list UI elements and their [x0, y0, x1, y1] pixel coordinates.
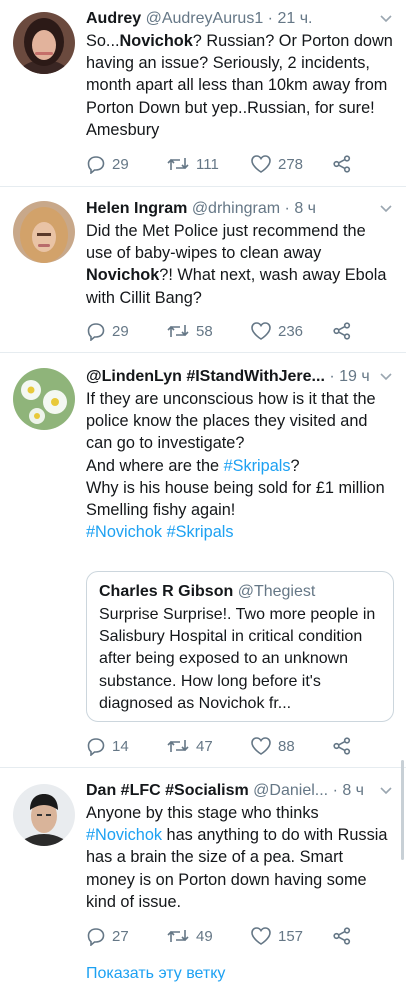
text-segment: If they are unconscious how is it that t… — [86, 390, 376, 453]
chevron-down-icon[interactable] — [378, 10, 394, 26]
author-name[interactable]: Dan #LFC #Socialism — [86, 782, 249, 799]
retweet-icon — [167, 740, 189, 752]
highlighted-keyword: Novichok — [119, 32, 193, 50]
quoted-author-name: Charles R Gibson — [99, 583, 234, 600]
reply-button[interactable]: 29 — [86, 319, 129, 343]
author-handle[interactable]: @drhingram — [192, 200, 280, 217]
text-segment: So... — [86, 32, 120, 50]
heart-icon — [251, 927, 271, 945]
author-handle[interactable]: @AudreyAurus1 — [146, 10, 264, 27]
reply-icon — [87, 928, 105, 946]
chevron-down-icon[interactable] — [378, 200, 394, 216]
reply-button[interactable]: 14 — [86, 734, 129, 758]
hashtag-link[interactable]: #Novichok — [86, 523, 162, 541]
retweet-icon — [167, 930, 189, 942]
quoted-author-handle: @Thegiest — [237, 583, 316, 600]
avatar[interactable] — [13, 784, 75, 846]
retweet-count: 111 — [196, 155, 219, 173]
avatar[interactable] — [13, 368, 75, 430]
like-button[interactable]: 236 — [250, 319, 303, 343]
avatar[interactable] — [13, 201, 75, 263]
quoted-tweet-text: Surprise Surprise!. Two more people in S… — [99, 606, 376, 712]
share-icon — [333, 322, 351, 340]
text-segment: Why is his house being sold for £1 milli… — [86, 478, 385, 497]
like-count: 88 — [278, 737, 295, 755]
tweet-text: If they are unconscious how is it that t… — [86, 388, 394, 543]
like-button[interactable]: 88 — [250, 734, 295, 758]
hashtag-link[interactable]: #Novichok — [86, 826, 162, 844]
text-segment: And where are the — [86, 456, 224, 475]
avatar[interactable] — [13, 12, 75, 74]
reply-count: 29 — [112, 322, 129, 340]
hashtag-link[interactable]: #Skripals — [224, 457, 291, 475]
tweet-header: Audrey @AudreyAurus1 · 21 ч. — [86, 8, 394, 30]
like-count: 278 — [278, 155, 304, 173]
tweet-actions: 27 49 157 — [86, 924, 366, 948]
quoted-tweet-header: Charles R Gibson @Thegiest — [99, 582, 381, 602]
heart-icon — [251, 322, 271, 340]
reply-button[interactable]: 27 — [86, 924, 129, 948]
quoted-tweet[interactable]: Charles R Gibson @Thegiest Surprise Surp… — [86, 571, 394, 722]
heart-icon — [251, 737, 271, 755]
author-name[interactable]: Audrey — [86, 10, 141, 27]
like-count: 157 — [278, 927, 304, 945]
like-button[interactable]: 157 — [250, 924, 303, 948]
retweet-icon — [167, 158, 189, 170]
share-button[interactable] — [332, 924, 358, 948]
chevron-down-icon[interactable] — [378, 782, 394, 798]
reply-icon — [87, 738, 105, 756]
show-thread-link[interactable]: Показать эту ветку — [86, 965, 225, 983]
hashtag-link[interactable]: #Skripals — [167, 523, 234, 541]
timestamp[interactable]: · 19 ч — [329, 368, 369, 385]
reply-count: 27 — [112, 927, 129, 945]
timestamp[interactable]: · 21 ч. — [268, 10, 313, 27]
tweet-text: Did the Met Police just recommend the us… — [86, 220, 394, 309]
reply-icon — [87, 323, 105, 341]
tweet-2[interactable]: Helen Ingram @drhingram · 8 ч Did the Me… — [0, 187, 406, 353]
like-count: 236 — [278, 322, 304, 340]
tweet-header: @LindenLyn #IStandWithJere... · 19 ч — [86, 366, 394, 388]
share-button[interactable] — [332, 734, 358, 758]
text-segment: Smelling fishy again! — [86, 501, 236, 520]
share-button[interactable] — [332, 319, 358, 343]
share-button[interactable] — [332, 152, 358, 176]
share-icon — [333, 737, 351, 755]
chevron-down-icon[interactable] — [378, 368, 394, 384]
tweet-1[interactable]: Audrey @AudreyAurus1 · 21 ч. So...Novich… — [0, 0, 406, 187]
timestamp[interactable]: · 8 ч — [333, 782, 364, 799]
tweet-header: Dan #LFC #Socialism @Daniel... · 8 ч — [86, 780, 394, 802]
retweet-count: 47 — [196, 737, 213, 755]
tweet-actions: 29 111 278 — [86, 152, 366, 176]
author-name[interactable]: Helen Ingram — [86, 200, 187, 217]
reply-button[interactable]: 29 — [86, 152, 129, 176]
highlighted-keyword: Novichok — [86, 266, 160, 285]
text-segment: Anyone by this stage who thinks — [86, 804, 319, 822]
tweet-header: Helen Ingram @drhingram · 8 ч — [86, 198, 394, 220]
timestamp[interactable]: · 8 ч — [285, 200, 316, 217]
scrollbar[interactable] — [401, 760, 404, 860]
reply-icon — [87, 156, 105, 174]
retweet-count: 49 — [196, 927, 213, 945]
retweet-button[interactable]: 47 — [166, 734, 213, 758]
reply-count: 14 — [112, 737, 129, 755]
reply-count: 29 — [112, 155, 129, 173]
retweet-icon — [167, 325, 189, 337]
heart-icon — [251, 155, 271, 173]
tweet-text: Anyone by this stage who thinks #Novicho… — [86, 802, 394, 913]
retweet-button[interactable]: 49 — [166, 924, 213, 948]
author-name[interactable]: @LindenLyn #IStandWithJere... — [86, 368, 325, 385]
tweet-actions: 14 47 88 — [86, 734, 366, 758]
tweet-actions: 29 58 236 — [86, 319, 366, 343]
share-icon — [333, 927, 351, 945]
tweet-text: So...Novichok? Russian? Or Porton down h… — [86, 30, 394, 141]
text-segment: ? — [290, 456, 300, 475]
like-button[interactable]: 278 — [250, 152, 303, 176]
tweet-3[interactable]: @LindenLyn #IStandWithJere... · 19 ч If … — [0, 353, 406, 768]
share-icon — [333, 155, 351, 173]
retweet-button[interactable]: 111 — [166, 152, 219, 176]
text-segment: Did the Met Police just recommend the us… — [86, 222, 366, 263]
retweet-count: 58 — [196, 322, 213, 340]
author-handle[interactable]: @Daniel... — [253, 782, 328, 799]
retweet-button[interactable]: 58 — [166, 319, 213, 343]
